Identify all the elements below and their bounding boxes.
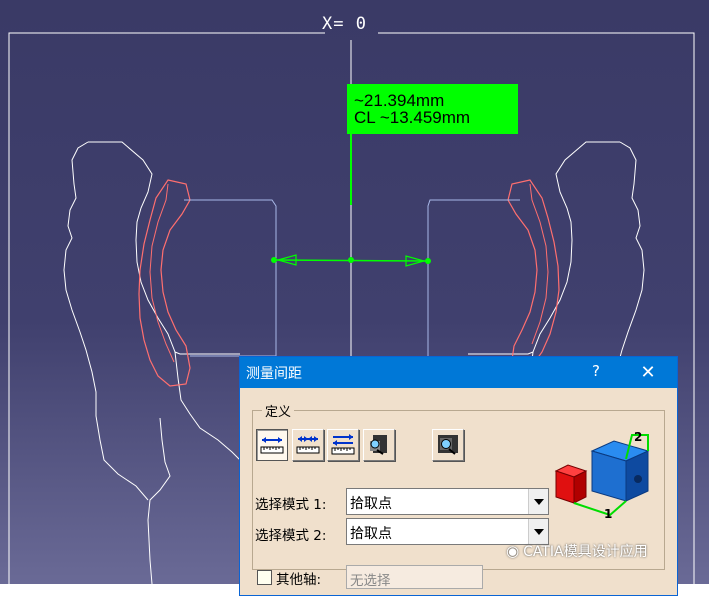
help-button[interactable]: ? — [586, 362, 606, 380]
measure-fan-icon — [331, 434, 355, 455]
other-axis-label: 其他轴: — [276, 572, 322, 588]
measure-item-button[interactable] — [363, 429, 395, 461]
mode2-value: 拾取点 — [350, 526, 392, 542]
left-blue-profile — [184, 199, 277, 357]
measure-between-icon — [260, 437, 284, 454]
measure-item-icon — [370, 435, 387, 455]
measure-preview-illustration: 1 2 — [554, 430, 650, 519]
measure-result-label[interactable]: ~21.394mm CL ~13.459mm — [347, 84, 518, 134]
measure-between-button[interactable] — [256, 429, 288, 461]
preview-label-2: 2 — [634, 430, 642, 444]
dialog-titlebar[interactable]: 测量间距 ? ✕ — [240, 357, 677, 388]
right-red-profile — [507, 179, 560, 371]
preview-label-1: 1 — [604, 507, 612, 519]
measure-thickness-icon — [438, 435, 458, 455]
chevron-down-icon[interactable] — [528, 489, 548, 514]
left-red-profile — [138, 179, 191, 387]
watermark: ◉ CATIA模具设计应用 — [506, 541, 648, 561]
left-red-inner — [149, 183, 175, 363]
x-coordinate-label: X= 0 — [322, 14, 367, 34]
mode1-select[interactable]: 拾取点 — [346, 488, 549, 515]
measure-midpoint — [348, 257, 354, 263]
measure-fan-button[interactable] — [327, 429, 359, 461]
other-axis-value: 无选择 — [350, 573, 391, 589]
wechat-icon: ◉ — [506, 542, 520, 560]
other-axis-field[interactable]: 无选择 — [346, 565, 483, 589]
measure-point-1 — [271, 257, 277, 263]
measure-distance-value: ~21.394mm — [354, 91, 445, 110]
measure-cl-value: CL ~13.459mm — [354, 108, 471, 127]
close-button[interactable]: ✕ — [634, 360, 662, 386]
definition-group-label: 定义 — [262, 401, 295, 420]
watermark-text: CATIA模具设计应用 — [523, 544, 648, 560]
dialog-title: 测量间距 — [246, 366, 302, 382]
measure-point-2 — [425, 258, 431, 264]
right-blue-profile — [427, 199, 520, 356]
other-axis-checkbox[interactable] — [257, 570, 272, 585]
mode1-label: 选择模式 1: — [255, 497, 327, 513]
measure-thickness-button[interactable] — [432, 429, 464, 461]
measure-chain-icon — [296, 436, 320, 454]
measure-chain-button[interactable] — [292, 429, 324, 461]
mode1-value: 拾取点 — [350, 496, 392, 512]
mode2-label: 选择模式 2: — [255, 528, 327, 544]
